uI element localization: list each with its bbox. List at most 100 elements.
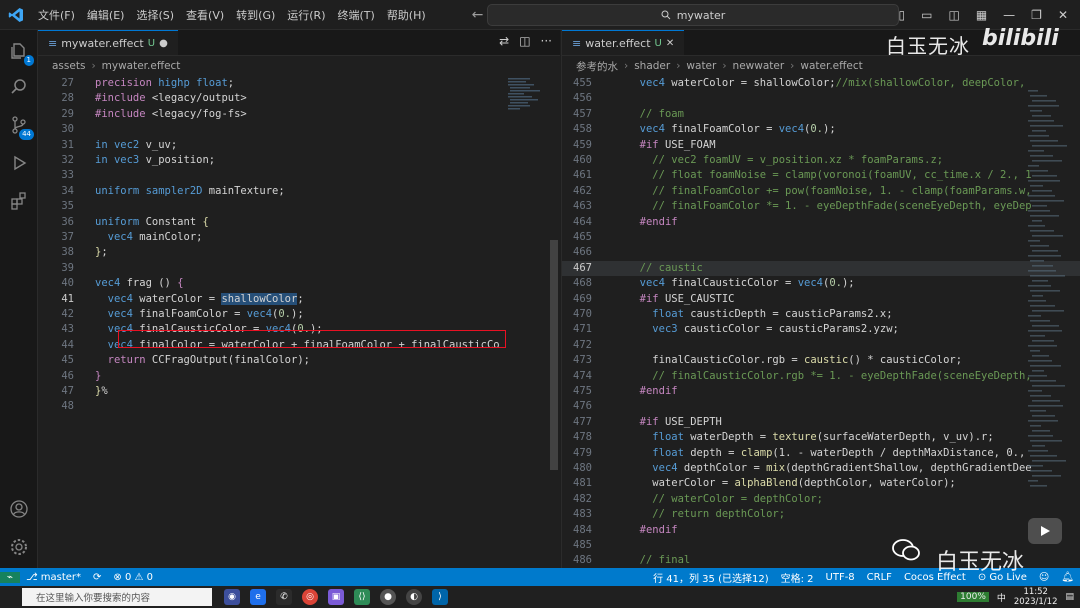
code-line[interactable]: 42 vec4 finalFoamColor = vec4(0.); (38, 307, 560, 322)
code-line[interactable]: 32 in vec3 v_position; (38, 153, 560, 168)
code-line[interactable]: 481 waterColor = alphaBlend(depthColor, … (562, 476, 1080, 491)
app-icon[interactable]: ◐ (406, 589, 422, 605)
code-line[interactable]: 482 // waterColor = depthColor; (562, 492, 1080, 507)
explorer-icon[interactable]: 1 (6, 38, 34, 66)
scroll-thumb[interactable] (550, 240, 558, 470)
code-line[interactable]: 477 #if USE_DEPTH (562, 415, 1080, 430)
code-line[interactable]: 479 float depth = clamp(1. - waterDepth … (562, 446, 1080, 461)
video-play-icon[interactable] (1028, 518, 1062, 544)
code-line[interactable]: 480 vec4 depthColor = mix(depthGradientS… (562, 461, 1080, 476)
maximize-icon[interactable]: ❐ (1031, 8, 1042, 22)
code-line[interactable]: 48 (38, 399, 560, 414)
breadcrumb-item[interactable]: shader (634, 60, 670, 72)
close-icon[interactable]: ✕ (1058, 8, 1068, 22)
menu-item[interactable]: 运行(R) (281, 7, 331, 23)
indentation[interactable]: 空格: 2 (775, 570, 820, 585)
wechat-icon[interactable]: ✆ (276, 589, 292, 605)
menu-item[interactable]: 文件(F) (32, 7, 81, 23)
notifications-icon[interactable]: ▤ (1065, 592, 1074, 602)
search-icon[interactable] (6, 74, 32, 100)
unsaved-dot-icon[interactable]: ● (159, 38, 168, 49)
code-line[interactable]: 472 (562, 338, 1080, 353)
notifications-bell-icon[interactable]: 🔔︎ (1055, 572, 1080, 583)
code-line[interactable]: 31 in vec2 v_uv; (38, 138, 560, 153)
code-line[interactable]: 484 #endif (562, 523, 1080, 538)
branch-indicator[interactable]: ⎇ master* (20, 572, 87, 583)
customize-layout-icon[interactable]: ▦ (976, 8, 987, 22)
menu-item[interactable]: 编辑(E) (81, 7, 131, 23)
code-line[interactable]: 40 vec4 frag () { (38, 276, 560, 291)
problems-indicator[interactable]: ⊗ 0 ⚠ 0 (107, 572, 159, 583)
taskbar-search[interactable]: 在这里输入你要搜索的内容 (22, 588, 212, 606)
ime-indicator[interactable]: 中 (997, 591, 1006, 604)
compare-changes-icon[interactable]: ⇄ (499, 34, 509, 48)
code-line[interactable]: 455 vec4 waterColor = shallowColor;//mix… (562, 76, 1080, 91)
code-line[interactable]: 468 vec4 finalCausticColor = vec4(0.); (562, 276, 1080, 291)
code-line[interactable]: 30 (38, 122, 560, 137)
split-editor-icon[interactable]: ◫ (519, 34, 530, 48)
code-line[interactable]: 36 uniform Constant { (38, 215, 560, 230)
code-line[interactable]: 465 (562, 230, 1080, 245)
code-line[interactable]: 462 // finalFoamColor += pow(foamNoise, … (562, 184, 1080, 199)
tab-mywater-effect[interactable]: ≡ mywater.effect U ● (38, 30, 178, 55)
app-icon[interactable]: ● (380, 589, 396, 605)
app-icon[interactable]: ▣ (328, 589, 344, 605)
breadcrumb-item[interactable]: assets (52, 60, 85, 72)
code-line[interactable]: 470 float causticDepth = causticParams2.… (562, 307, 1080, 322)
code-line[interactable]: 475 #endif (562, 384, 1080, 399)
code-line[interactable]: 458 vec4 finalFoamColor = vec4(0.); (562, 122, 1080, 137)
menu-item[interactable]: 转到(G) (230, 7, 281, 23)
sync-icon[interactable]: ⟳ (87, 572, 107, 583)
more-actions-icon[interactable]: ··· (541, 34, 552, 48)
vscode-taskbar-icon[interactable]: ⟩ (432, 589, 448, 605)
breadcrumb-item[interactable]: mywater.effect (102, 60, 181, 72)
code-line[interactable]: 464 #endif (562, 215, 1080, 230)
chrome-icon[interactable]: ◎ (302, 589, 318, 605)
code-line[interactable]: 28 #include <legacy/output> (38, 91, 560, 106)
settings-gear-icon[interactable] (6, 534, 32, 560)
code-line[interactable]: 459 #if USE_FOAM (562, 138, 1080, 153)
code-line[interactable]: 35 (38, 199, 560, 214)
code-line[interactable]: 37 vec4 mainColor; (38, 230, 560, 245)
code-line[interactable]: 29 #include <legacy/fog-fs> (38, 107, 560, 122)
app-icon[interactable]: ◉ (224, 589, 240, 605)
breadcrumb-item[interactable]: newwater (733, 60, 785, 72)
breadcrumb-item[interactable]: water (686, 60, 716, 72)
minimap[interactable] (1026, 90, 1076, 510)
close-tab-icon[interactable]: ✕ (666, 38, 674, 49)
code-line[interactable]: 34 uniform sampler2D mainTexture; (38, 184, 560, 199)
menu-item[interactable]: 查看(V) (180, 7, 230, 23)
menu-item[interactable]: 终端(T) (332, 7, 381, 23)
breadcrumb-item[interactable]: 参考的水 (576, 59, 618, 74)
app-icon[interactable]: ⟨⟩ (354, 589, 370, 605)
layout-toggle-icon[interactable]: ▯ (899, 8, 906, 22)
encoding[interactable]: UTF-8 (820, 572, 861, 583)
code-line[interactable]: 46} (38, 369, 560, 384)
code-line[interactable]: 456 (562, 91, 1080, 106)
menu-item[interactable]: 帮助(H) (381, 7, 432, 23)
cursor-position[interactable]: 行 41，列 35 (已选择12) (647, 570, 775, 585)
line-ending[interactable]: CRLF (861, 572, 898, 583)
run-debug-icon[interactable] (6, 150, 32, 176)
code-editor-left[interactable]: 27 precision highp float; 28 #include <lega… (38, 76, 560, 568)
code-line[interactable]: 45 return CCFragOutput(finalColor); (38, 353, 560, 368)
vertical-scrollbar[interactable] (548, 76, 560, 568)
tab-water-effect[interactable]: ≡ water.effect U ✕ (562, 30, 685, 55)
code-line[interactable]: 457 // foam (562, 107, 1080, 122)
code-line[interactable]: 460 // vec2 foamUV = v_position.xz * foa… (562, 153, 1080, 168)
code-editor-right[interactable]: 455 vec4 waterColor = shallowColor;//mix… (562, 76, 1080, 568)
code-line[interactable]: 27 precision highp float; (38, 76, 560, 91)
code-line[interactable]: 33 (38, 168, 560, 183)
code-line[interactable]: 483 // return depthColor; (562, 507, 1080, 522)
code-line[interactable]: 474 // finalCausticColor.rgb *= 1. - eye… (562, 369, 1080, 384)
code-line[interactable]: 38}; (38, 245, 560, 260)
extensions-icon[interactable] (6, 188, 32, 214)
minimap[interactable] (506, 76, 546, 146)
minimize-icon[interactable]: — (1003, 8, 1015, 22)
back-arrow-icon[interactable]: ← (472, 7, 484, 23)
code-line[interactable]: 473 finalCausticColor.rgb = caustic() * … (562, 353, 1080, 368)
clock[interactable]: 11:52 2023/1/12 (1014, 587, 1058, 607)
feedback-icon[interactable]: ☺ (1033, 572, 1055, 583)
edge-icon[interactable]: e (250, 589, 266, 605)
code-line[interactable]: 469 #if USE_CAUSTIC (562, 292, 1080, 307)
